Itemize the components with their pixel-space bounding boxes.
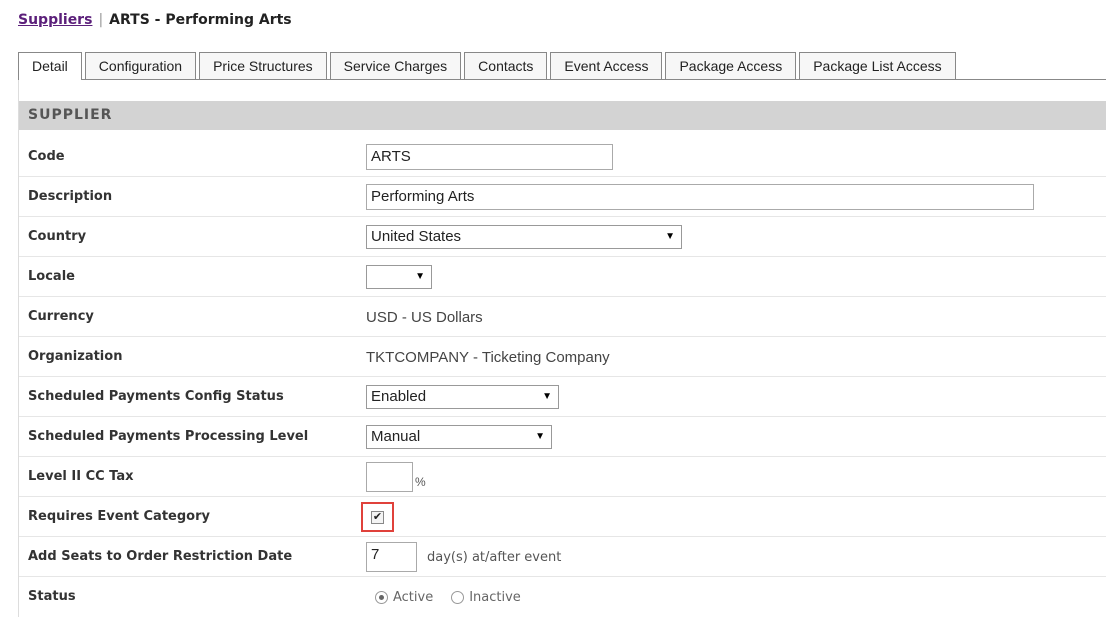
locale-label: Locale	[28, 269, 75, 284]
locale-select[interactable]: ▼	[366, 265, 432, 289]
tab-price-structures[interactable]: Price Structures	[199, 52, 327, 79]
status-active-radio[interactable]	[375, 590, 388, 604]
currency-label: Currency	[28, 309, 94, 324]
row-currency: Currency USD - US Dollars	[19, 297, 1106, 337]
sched-level-selected-value: Manual	[371, 428, 421, 445]
country-label: Country	[28, 229, 87, 244]
row-code: Code ARTS	[19, 137, 1106, 177]
row-organization: Organization TKTCOMPANY - Ticketing Comp…	[19, 337, 1106, 377]
sched-level-select[interactable]: Manual ▼	[366, 425, 552, 449]
status-radio-group: Active Inactive	[366, 590, 539, 605]
status-label: Status	[28, 589, 76, 604]
event-category-label: Requires Event Category	[28, 509, 210, 524]
chevron-down-icon: ▼	[535, 431, 545, 442]
tab-detail[interactable]: Detail	[18, 52, 82, 80]
chevron-down-icon: ▼	[542, 391, 552, 402]
currency-value: USD - US Dollars	[366, 308, 483, 326]
code-label: Code	[28, 149, 65, 164]
restriction-suffix: day(s) at/after event	[427, 549, 562, 565]
row-sched-config: Scheduled Payments Config Status Enabled…	[19, 377, 1106, 417]
tab-contacts[interactable]: Contacts	[464, 52, 548, 79]
status-inactive-radio[interactable]	[451, 590, 465, 604]
description-input[interactable]: Performing Arts	[366, 184, 1034, 210]
breadcrumb-separator: |	[98, 12, 104, 28]
organization-value: TKTCOMPANY - Ticketing Company	[366, 348, 610, 366]
status-inactive-label[interactable]: Inactive	[469, 590, 521, 605]
event-category-checkbox[interactable]: ✔	[371, 510, 384, 524]
sched-level-label: Scheduled Payments Processing Level	[28, 429, 309, 444]
section-header: SUPPLIER	[19, 101, 1106, 130]
tab-package-access[interactable]: Package Access	[665, 52, 797, 79]
tab-event-access[interactable]: Event Access	[550, 52, 663, 79]
code-input[interactable]: ARTS	[366, 144, 613, 170]
breadcrumb: Suppliers | ARTS - Performing Arts	[18, 12, 292, 28]
row-cc-tax: Level II CC Tax %	[19, 457, 1106, 497]
restriction-label: Add Seats to Order Restriction Date	[28, 549, 293, 564]
row-description: Description Performing Arts	[19, 177, 1106, 217]
chevron-down-icon: ▼	[415, 271, 425, 282]
row-country: Country United States ▼	[19, 217, 1106, 257]
tab-configuration[interactable]: Configuration	[84, 52, 197, 79]
row-sched-level: Scheduled Payments Processing Level Manu…	[19, 417, 1106, 457]
row-locale: Locale ▼	[19, 257, 1106, 297]
sched-config-label: Scheduled Payments Config Status	[28, 389, 284, 404]
country-select[interactable]: United States ▼	[366, 225, 682, 249]
highlight-box: ✔	[361, 502, 394, 532]
cc-tax-label: Level II CC Tax	[28, 469, 134, 484]
percent-suffix: %	[415, 475, 426, 489]
detail-panel: SUPPLIER Code ARTS Description Performin…	[18, 80, 1106, 617]
organization-label: Organization	[28, 349, 123, 364]
tab-package-list-access[interactable]: Package List Access	[799, 52, 956, 79]
row-event-category: Requires Event Category ✔	[19, 497, 1106, 537]
cc-tax-input[interactable]	[366, 462, 413, 492]
page-title: ARTS - Performing Arts	[109, 12, 292, 28]
suppliers-link[interactable]: Suppliers	[18, 12, 92, 28]
sched-config-selected-value: Enabled	[371, 388, 427, 405]
chevron-down-icon: ▼	[665, 231, 675, 242]
tab-service-charges[interactable]: Service Charges	[329, 52, 462, 79]
status-active-label[interactable]: Active	[393, 590, 433, 605]
tab-bar: Detail Configuration Price Structures Se…	[18, 52, 1106, 80]
row-restriction: Add Seats to Order Restriction Date 7 da…	[19, 537, 1106, 577]
country-selected-value: United States	[371, 228, 462, 245]
description-label: Description	[28, 189, 113, 204]
sched-config-select[interactable]: Enabled ▼	[366, 385, 559, 409]
restriction-input[interactable]: 7	[366, 542, 417, 572]
row-status: Status Active Inactive	[19, 577, 1106, 617]
